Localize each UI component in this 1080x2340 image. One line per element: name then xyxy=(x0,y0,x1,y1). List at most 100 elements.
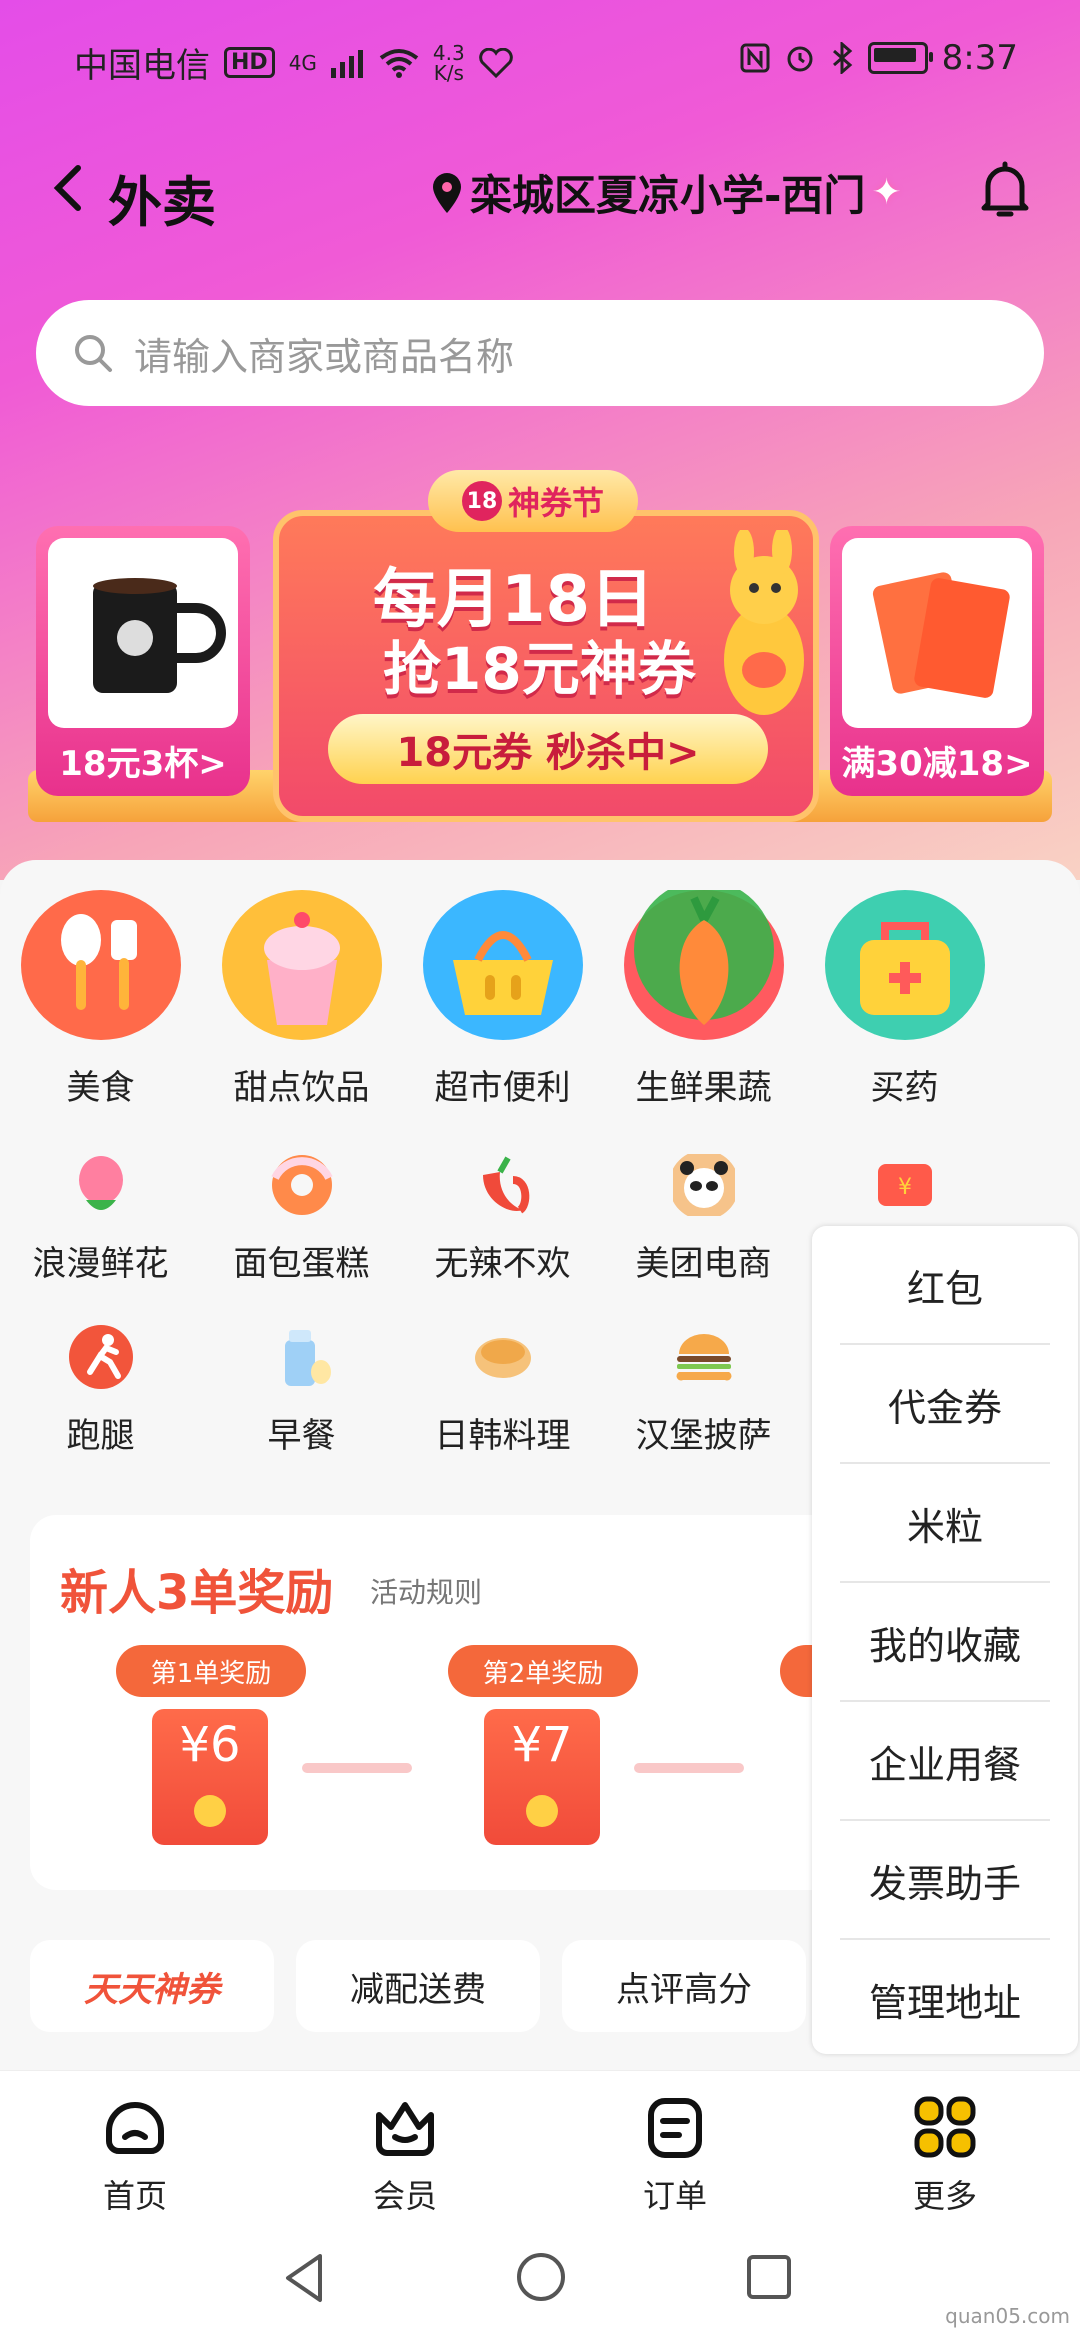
newbie-title: 新人3单奖励 xyxy=(60,1565,334,1621)
carrier-label: 中国电信 xyxy=(74,46,210,86)
menu-item-enterprise-dining[interactable]: 企业用餐 xyxy=(812,1702,1078,1821)
kangaroo-mascot-icon xyxy=(724,530,804,715)
activity-rules-link[interactable]: 活动规则 xyxy=(370,1571,482,1611)
coupon-promo-label: 满30减18> xyxy=(841,744,1033,784)
category-flowers[interactable]: 浪漫鲜花 xyxy=(0,1150,201,1285)
wifi-icon xyxy=(379,48,419,78)
ice-cream-cup-icon xyxy=(221,890,382,1040)
hd-badge: HD xyxy=(224,47,275,78)
festival-tag: 18 神券节 xyxy=(428,470,638,532)
reward-order-2[interactable]: 第2单奖励 ¥7 xyxy=(448,1645,638,1875)
bluetooth-icon xyxy=(832,42,852,74)
order-icon xyxy=(648,2098,702,2158)
alarm-icon xyxy=(787,46,813,72)
promo-banner[interactable]: 18 神券节 每月18日 抢18元神券 18元券 秒杀中> 18元3杯> 满30… xyxy=(28,470,1052,842)
tab-more[interactable]: 更多 xyxy=(810,2071,1080,2221)
clock: 8:37 xyxy=(941,38,1018,78)
red-envelope-icon xyxy=(872,572,1010,698)
search-placeholder: 请输入商家或商品名称 xyxy=(134,334,515,379)
category-supermarket[interactable]: 超市便利 xyxy=(402,890,603,1109)
chili-pepper-icon xyxy=(482,1156,529,1214)
coupon-icon: ¥ xyxy=(877,1164,932,1206)
donut-icon xyxy=(270,1155,333,1215)
menu-item-favorites[interactable]: 我的收藏 xyxy=(812,1583,1078,1702)
coffee-promo-card[interactable]: 18元3杯> xyxy=(36,526,250,796)
nfc-icon xyxy=(740,43,770,73)
coupon-promo-card[interactable]: 满30减18> xyxy=(830,526,1044,796)
network-type: 4G xyxy=(288,50,317,75)
banner-subheadline: 抢18元神券 xyxy=(383,635,696,703)
location-pin-icon xyxy=(433,172,461,213)
system-recents-icon[interactable] xyxy=(744,2252,794,2302)
primary-categories: 美食 甜点饮品 超市便利 生鲜果蔬 买药 xyxy=(0,880,1080,1109)
category-burger-pizza[interactable]: 汉堡披萨 xyxy=(603,1322,804,1457)
carrot-icon xyxy=(623,880,784,1040)
tab-membership[interactable]: 会员 xyxy=(270,2071,540,2221)
runner-icon xyxy=(68,1325,133,1389)
menu-item-voucher[interactable]: 代金券 xyxy=(812,1345,1078,1464)
home-icon xyxy=(106,2102,164,2154)
coffee-promo-label: 18元3杯> xyxy=(59,744,227,784)
category-meituan-ecommerce[interactable]: 美团电商 xyxy=(603,1150,804,1285)
net-speed: 4.3 K/s xyxy=(432,40,465,85)
reward-tag: 第2单奖励 xyxy=(448,1645,638,1697)
bread-icon xyxy=(474,1338,531,1378)
chip-high-rating[interactable]: 点评高分 xyxy=(562,1940,806,2032)
chip-daily-coupon[interactable]: 天天神券 xyxy=(30,1940,274,2032)
menu-item-manage-address[interactable]: 管理地址 xyxy=(812,1940,1078,2059)
progress-connector xyxy=(302,1763,412,1773)
search-icon xyxy=(75,335,112,372)
rose-icon xyxy=(78,1156,123,1210)
heart-icon xyxy=(478,47,513,78)
spoon-fork-icon xyxy=(20,890,181,1040)
crown-icon xyxy=(376,2102,434,2156)
bell-icon[interactable] xyxy=(978,158,1032,222)
category-bread-cake[interactable]: 面包蛋糕 xyxy=(201,1150,402,1285)
milk-bottle-icon xyxy=(284,1330,331,1386)
menu-item-invoice-assistant[interactable]: 发票助手 xyxy=(812,1821,1078,1940)
bottom-navigation: 首页 会员 订单 更多 xyxy=(0,2070,1080,2221)
banner-cta-button[interactable]: 18元券 秒杀中> xyxy=(328,714,768,784)
search-input[interactable]: 请输入商家或商品名称 xyxy=(36,300,1044,406)
nav-bar: 外卖 栾城区夏凉小学-西门 ✦ xyxy=(0,140,1080,240)
watermark: quan05.com xyxy=(945,2304,1070,2328)
medicine-box-icon xyxy=(824,890,985,1040)
filter-chips: 天天神券 减配送费 点评高分 xyxy=(30,1940,806,2032)
sparkle-icon: ✦ xyxy=(871,172,902,213)
back-icon[interactable] xyxy=(48,158,88,218)
reward-tag: 第1单奖励 xyxy=(116,1645,306,1697)
category-food[interactable]: 美食 xyxy=(0,890,201,1109)
tab-home[interactable]: 首页 xyxy=(0,2071,270,2221)
burger-icon xyxy=(676,1334,731,1381)
red-envelope-icon: ¥6 xyxy=(152,1709,268,1845)
progress-connector xyxy=(634,1763,744,1773)
system-home-icon[interactable] xyxy=(514,2250,568,2304)
signal-icon xyxy=(330,49,363,78)
category-errand[interactable]: 跑腿 xyxy=(0,1322,201,1457)
page-title: 外卖 xyxy=(108,171,216,234)
menu-item-red-packet[interactable]: 红包 xyxy=(812,1226,1078,1345)
menu-item-rice-points[interactable]: 米粒 xyxy=(812,1464,1078,1583)
system-navigation-bar xyxy=(0,2220,1080,2340)
grid-icon xyxy=(914,2096,976,2158)
tab-orders[interactable]: 订单 xyxy=(540,2071,810,2221)
category-medicine[interactable]: 买药 xyxy=(804,890,1005,1109)
battery-icon xyxy=(867,42,933,74)
system-back-icon[interactable] xyxy=(280,2250,330,2306)
location-selector[interactable]: 栾城区夏凉小学-西门 ✦ xyxy=(430,162,902,223)
location-text: 栾城区夏凉小学-西门 xyxy=(470,171,866,220)
category-fresh-produce[interactable]: 生鲜果蔬 xyxy=(603,880,804,1109)
panda-icon xyxy=(672,1154,735,1216)
shopping-basket-icon xyxy=(422,890,583,1040)
red-envelope-icon: ¥7 xyxy=(484,1709,600,1845)
category-desserts-drinks[interactable]: 甜点饮品 xyxy=(201,890,402,1109)
coffee-mug-icon xyxy=(93,578,226,693)
reward-order-1[interactable]: 第1单奖励 ¥6 xyxy=(116,1645,306,1875)
status-bar: 中国电信 HD 4G 4.3 K/s 8:37 xyxy=(0,30,1080,94)
category-breakfast[interactable]: 早餐 xyxy=(201,1322,402,1457)
svg-text:¥: ¥ xyxy=(898,1175,912,1200)
chip-reduced-delivery[interactable]: 减配送费 xyxy=(296,1940,540,2032)
category-japanese-korean[interactable]: 日韩料理 xyxy=(402,1322,603,1457)
more-dropdown-menu: 红包 代金券 米粒 我的收藏 企业用餐 发票助手 管理地址 xyxy=(812,1226,1078,2054)
category-spicy[interactable]: 无辣不欢 xyxy=(402,1150,603,1285)
